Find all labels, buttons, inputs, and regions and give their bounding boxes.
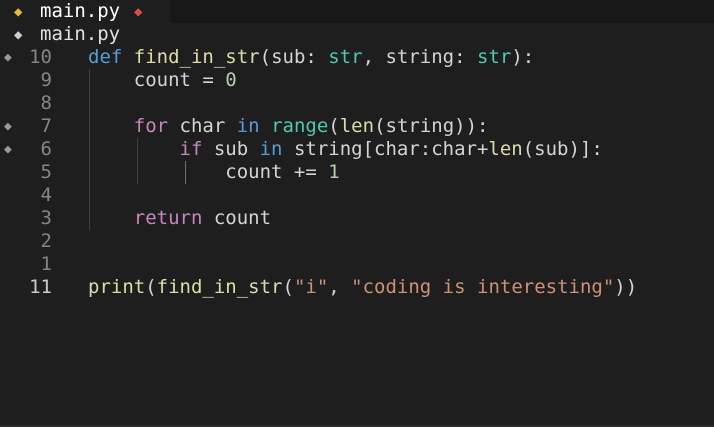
line-number: 8	[40, 92, 52, 114]
code-token: len	[339, 115, 375, 137]
code-token: (	[145, 276, 157, 298]
line-number: 4	[40, 184, 52, 206]
python-file-icon: ◆	[14, 4, 23, 20]
code-line[interactable]: 11 print(find_in_str("i", "coding is inte…	[0, 276, 714, 299]
code-token: find_in_str	[133, 46, 260, 68]
line-number: 10	[29, 46, 52, 68]
gutter-marker-icon[interactable]: ◆	[4, 46, 12, 69]
code-token: "i"	[293, 276, 329, 298]
code-text: print(find_in_str("i", "coding is intere…	[88, 276, 637, 299]
code-token: count	[202, 207, 272, 229]
code-editor[interactable]: ◆ 10 def find_in_str(sub: str, string: str…	[0, 46, 714, 426]
code-token: print	[88, 276, 146, 298]
code-text: count += 1	[88, 161, 340, 184]
code-token: return	[133, 207, 203, 229]
line-number: 9	[40, 69, 52, 91]
code-line[interactable]: 9 count = 0	[0, 69, 714, 92]
code-token: def	[88, 46, 123, 68]
code-token: find_in_str	[156, 276, 283, 298]
line-number: 5	[40, 161, 52, 183]
code-token: in	[236, 115, 260, 137]
code-line[interactable]: 2	[0, 230, 714, 253]
code-token: string[char:char+	[282, 138, 489, 160]
code-line[interactable]: 1	[0, 253, 714, 276]
code-token: , string:	[362, 46, 477, 68]
code-text: return count	[88, 207, 271, 230]
line-number: 6	[40, 138, 52, 160]
code-line[interactable]: ◆ 6 if sub in string[char:char+len(sub)]:	[0, 138, 714, 161]
code-token: (	[328, 115, 340, 137]
line-number: 1	[40, 253, 52, 275]
tab-label: main.py	[40, 0, 121, 22]
line-number: 11	[29, 276, 52, 298]
code-token: ))	[614, 276, 638, 298]
line-number: 2	[40, 230, 52, 252]
code-token: in	[259, 138, 283, 160]
code-token: (sub)]:	[522, 138, 603, 160]
code-token: 1	[328, 161, 340, 183]
code-token: sub	[202, 138, 260, 160]
code-text: def find_in_str(sub: str, string: str):	[88, 46, 534, 69]
tab-main-py[interactable]: ◆ main.py ◆	[0, 0, 170, 23]
gutter-marker-icon[interactable]: ◆	[4, 115, 12, 138]
code-line[interactable]: ◆ 10 def find_in_str(sub: str, string: str…	[0, 46, 714, 69]
code-token: str	[328, 46, 363, 68]
code-token: range	[271, 115, 329, 137]
line-number: 7	[40, 115, 52, 137]
code-token: count =	[88, 69, 226, 91]
code-token: if	[179, 138, 203, 160]
breadcrumb-item-main-py[interactable]: main.py	[40, 23, 120, 46]
tab-bar: ◆ main.py ◆	[0, 0, 714, 23]
gutter-marker-icon[interactable]: ◆	[4, 138, 12, 161]
code-token: for	[133, 115, 169, 137]
code-text: for char in range(len(string)):	[88, 115, 489, 138]
code-token: 0	[225, 69, 237, 91]
code-token: len	[488, 138, 523, 160]
python-file-icon: ◆	[14, 27, 23, 43]
code-token: ):	[511, 46, 535, 68]
code-token: ,	[328, 276, 352, 298]
code-line[interactable]: 8	[0, 92, 714, 115]
code-text: count = 0	[88, 69, 237, 92]
code-line[interactable]: 4	[0, 184, 714, 207]
code-token: count +=	[88, 161, 329, 183]
code-token: (	[282, 276, 294, 298]
code-token: str	[476, 46, 512, 68]
modified-indicator-icon[interactable]: ◆	[134, 1, 142, 23]
code-line[interactable]: 3 return count	[0, 207, 714, 230]
code-text: if sub in string[char:char+len(sub)]:	[88, 138, 603, 161]
breadcrumb: ◆ main.py	[0, 23, 714, 46]
code-line[interactable]: ◆ 7 for char in range(len(string)):	[0, 115, 714, 138]
code-token: (string)):	[374, 115, 489, 137]
code-token: "coding is interesting"	[351, 276, 615, 298]
code-line[interactable]: 5 count += 1	[0, 161, 714, 184]
line-number: 3	[40, 207, 52, 229]
code-token: (sub:	[259, 46, 329, 68]
code-token: char	[168, 115, 237, 137]
